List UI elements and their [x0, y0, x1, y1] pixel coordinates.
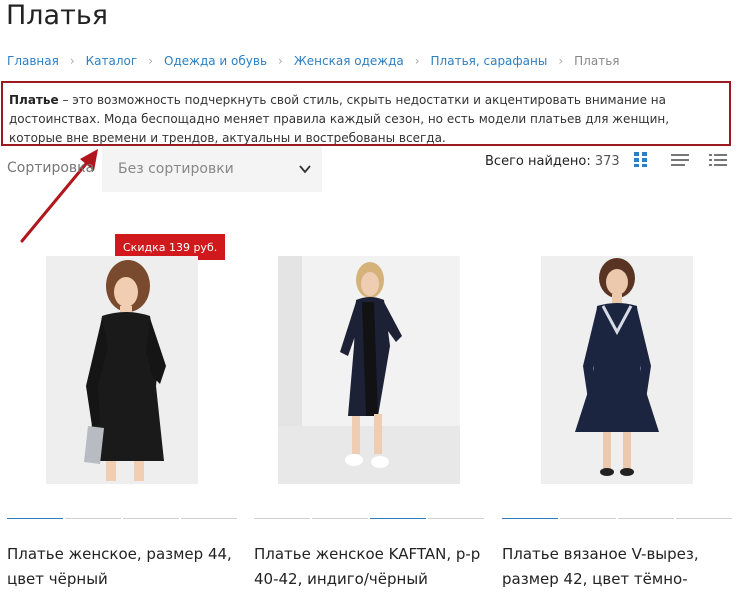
slider-dot[interactable]	[123, 518, 179, 519]
product-image[interactable]	[46, 256, 198, 484]
results-label: Всего найдено:	[485, 154, 591, 169]
breadcrumb-current: Платья	[574, 54, 620, 68]
description-text: – это возможность подчеркнуть свой стиль…	[9, 93, 670, 145]
chevron-right-icon: ›	[148, 54, 154, 68]
breadcrumb-dresses-sundresses[interactable]: Платья, сарафаны	[431, 54, 548, 68]
image-slider-indicator[interactable]	[502, 518, 732, 519]
slider-dot[interactable]	[254, 518, 310, 519]
results-count: Всего найдено: 373	[485, 154, 620, 169]
chevron-right-icon: ›	[69, 54, 75, 68]
product-card[interactable]: Платье женское KAFTAN, р-р 40-42, индиго…	[254, 256, 484, 588]
chevron-right-icon: ›	[278, 54, 283, 68]
slider-dot[interactable]	[7, 518, 63, 519]
chevron-down-icon	[299, 165, 311, 174]
slider-dot[interactable]	[181, 518, 237, 519]
slider-dot[interactable]	[618, 518, 674, 519]
breadcrumb-womens-clothing[interactable]: Женская одежда	[294, 54, 404, 68]
slider-dot[interactable]	[502, 518, 558, 519]
product-name-line: размер 42, цвет тёмно-	[502, 570, 688, 588]
product-card[interactable]: Платье вязаное V-вырез, размер 42, цвет …	[502, 256, 732, 588]
breadcrumb: Главная › Каталог › Одежда и обувь › Жен…	[7, 54, 619, 68]
product-name-line: Платье женское, размер 44,	[7, 545, 232, 563]
chevron-right-icon: ›	[558, 54, 564, 68]
product-name-line: 40-42, индиго/чёрный	[254, 570, 428, 588]
breadcrumb-clothing-shoes[interactable]: Одежда и обувь	[164, 54, 267, 68]
product-name-line: цвет чёрный	[7, 570, 108, 588]
breadcrumb-home[interactable]: Главная	[7, 54, 59, 68]
slider-dot[interactable]	[370, 518, 426, 519]
dress-photo	[278, 256, 460, 484]
product-image[interactable]	[278, 256, 460, 484]
view-switcher	[632, 151, 728, 169]
image-slider-indicator[interactable]	[7, 518, 237, 519]
dress-photo	[541, 256, 693, 484]
image-slider-indicator[interactable]	[254, 518, 484, 519]
results-number: 373	[594, 154, 620, 169]
breadcrumb-catalog[interactable]: Каталог	[86, 54, 138, 68]
slider-dot[interactable]	[312, 518, 368, 519]
slider-dot[interactable]	[65, 518, 121, 519]
product-name-line: Платье вязаное V-вырез,	[502, 545, 699, 563]
product-name[interactable]: Платье вязаное V-вырез, размер 42, цвет …	[502, 542, 732, 592]
category-description: Платье – это возможность подчеркнуть сво…	[1, 81, 731, 146]
sort-label: Сортировка	[7, 160, 95, 176]
product-image[interactable]	[541, 256, 693, 484]
slider-dot[interactable]	[560, 518, 616, 519]
product-name[interactable]: Платье женское KAFTAN, р-р 40-42, индиго…	[254, 542, 484, 592]
chevron-right-icon: ›	[414, 54, 420, 68]
sort-selected-value: Без сортировки	[118, 161, 234, 177]
slider-dot[interactable]	[428, 518, 484, 519]
sort-select[interactable]: Без сортировки	[102, 146, 322, 192]
description-bold: Платье	[9, 93, 59, 107]
slider-dot[interactable]	[676, 518, 732, 519]
product-name[interactable]: Платье женское, размер 44, цвет чёрный	[7, 542, 237, 592]
compact-list-view-icon[interactable]	[708, 151, 728, 169]
page-title: Платья	[6, 0, 108, 31]
dress-photo	[46, 256, 198, 484]
product-card[interactable]: Платье женское, размер 44, цвет чёрный	[7, 256, 237, 588]
list-view-icon[interactable]	[670, 151, 690, 169]
product-name-line: Платье женское KAFTAN, р-р	[254, 545, 481, 563]
grid-view-icon[interactable]	[632, 151, 652, 169]
